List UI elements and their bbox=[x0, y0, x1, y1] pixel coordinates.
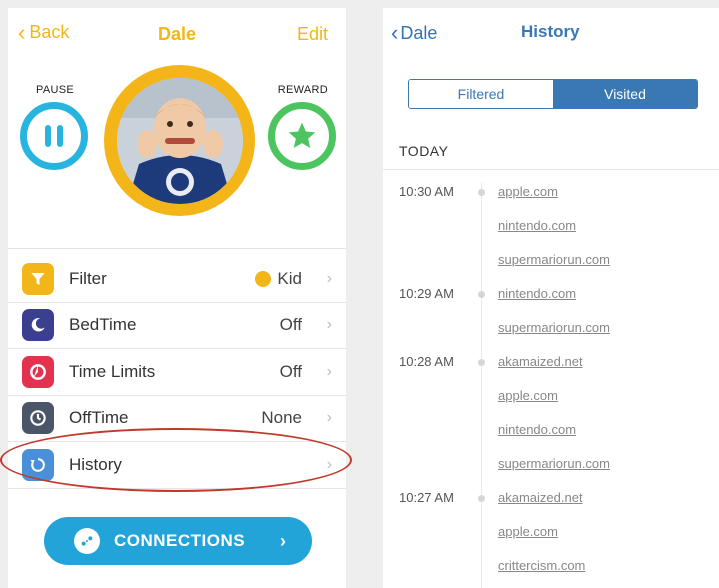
history-entry: apple.com bbox=[383, 386, 719, 420]
site-link[interactable]: akamaized.net bbox=[498, 354, 583, 369]
history-entry: supermariorun.com bbox=[383, 250, 719, 284]
history-entry: crittercism.com bbox=[383, 556, 719, 588]
history-entry: supermariorun.com bbox=[383, 318, 719, 352]
child-photo-icon bbox=[116, 77, 243, 204]
chevron-right-icon: › bbox=[326, 362, 332, 380]
pause-label: PAUSE bbox=[36, 84, 74, 96]
reward-label: REWARD bbox=[277, 84, 328, 96]
section-header: TODAY bbox=[399, 143, 449, 159]
filter-value: Kid bbox=[277, 268, 302, 288]
history-entry: 10:28 AM akamaized.net bbox=[383, 352, 719, 386]
row-value: None bbox=[261, 408, 302, 428]
pause-icon-bar bbox=[57, 125, 63, 147]
time-limit-icon bbox=[22, 355, 54, 388]
back-label: Dale bbox=[400, 22, 438, 43]
history-entry: apple.com bbox=[383, 522, 719, 556]
history-entry: nintendo.com bbox=[383, 420, 719, 454]
entry-time: 10:27 AM bbox=[399, 490, 454, 505]
segment-visited[interactable]: Visited bbox=[553, 80, 697, 108]
kid-level-dot-icon bbox=[255, 270, 272, 287]
settings-row-bedtime[interactable]: BedTime Off › bbox=[8, 303, 346, 349]
row-label: Time Limits bbox=[69, 361, 156, 381]
history-screen: ‹ Dale History Filtered Visited TODAY 10… bbox=[383, 8, 719, 588]
avatar[interactable] bbox=[104, 65, 255, 216]
profile-screen: ‹ Back Dale Edit PAUSE REWARD Filter Kid… bbox=[8, 8, 346, 588]
settings-row-filter[interactable]: Filter Kid › bbox=[8, 256, 346, 303]
divider bbox=[8, 248, 346, 249]
profile-photo bbox=[116, 77, 243, 204]
segment-filtered[interactable]: Filtered bbox=[409, 80, 553, 108]
chevron-right-icon: › bbox=[326, 316, 332, 334]
chevron-right-icon: › bbox=[280, 530, 286, 551]
site-link[interactable]: supermariorun.com bbox=[498, 320, 610, 335]
site-link[interactable]: supermariorun.com bbox=[498, 456, 610, 471]
row-label: Filter bbox=[69, 268, 107, 288]
row-label: BedTime bbox=[69, 315, 137, 335]
row-label: OffTime bbox=[69, 408, 129, 428]
history-entry: 10:27 AM akamaized.net bbox=[383, 488, 719, 522]
back-button[interactable]: ‹ Dale bbox=[391, 20, 437, 46]
chevron-right-icon: › bbox=[326, 409, 332, 427]
site-link[interactable]: apple.com bbox=[498, 388, 558, 403]
timeline-dot-icon bbox=[478, 291, 485, 298]
history-entry: 10:30 AM apple.com bbox=[383, 182, 719, 216]
site-link[interactable]: nintendo.com bbox=[498, 218, 576, 233]
timeline-dot-icon bbox=[478, 359, 485, 366]
site-link[interactable]: apple.com bbox=[498, 524, 558, 539]
page-title: History bbox=[521, 22, 580, 41]
chevron-right-icon: › bbox=[326, 269, 332, 287]
pause-button[interactable] bbox=[20, 102, 88, 170]
highlight-annotation bbox=[0, 428, 352, 492]
nav-bar: ‹ Back Dale Edit bbox=[8, 8, 346, 60]
site-link[interactable]: nintendo.com bbox=[498, 286, 576, 301]
history-entry: 10:29 AM nintendo.com bbox=[383, 284, 719, 318]
row-value: Off bbox=[279, 315, 302, 335]
row-value: Kid bbox=[255, 269, 302, 289]
page-title: Dale bbox=[157, 24, 197, 44]
pause-icon bbox=[45, 125, 51, 147]
segmented-control: Filtered Visited bbox=[408, 79, 698, 109]
site-link[interactable]: nintendo.com bbox=[498, 422, 576, 437]
entry-time: 10:30 AM bbox=[399, 184, 454, 199]
settings-row-time-limits[interactable]: Time Limits Off › bbox=[8, 349, 346, 396]
timeline-dot-icon bbox=[478, 495, 485, 502]
history-entry: nintendo.com bbox=[383, 216, 719, 250]
entry-time: 10:28 AM bbox=[399, 354, 454, 369]
history-entry: supermariorun.com bbox=[383, 454, 719, 488]
moon-icon bbox=[22, 309, 54, 342]
site-link[interactable]: apple.com bbox=[498, 184, 558, 199]
timeline-dot-icon bbox=[478, 189, 485, 196]
history-list: 10:30 AM apple.com nintendo.com supermarior… bbox=[383, 182, 719, 588]
edit-button[interactable]: Edit bbox=[297, 24, 328, 45]
clock-icon bbox=[22, 402, 54, 435]
connections-icon bbox=[74, 528, 100, 554]
site-link[interactable]: akamaized.net bbox=[498, 490, 583, 505]
star-icon bbox=[288, 122, 316, 148]
connections-label: CONNECTIONS bbox=[114, 531, 246, 550]
reward-button[interactable] bbox=[268, 102, 336, 170]
site-link[interactable]: supermariorun.com bbox=[498, 252, 610, 267]
connections-button[interactable]: CONNECTIONS › bbox=[44, 517, 312, 565]
row-value: Off bbox=[279, 361, 302, 381]
filter-icon bbox=[22, 262, 54, 295]
divider bbox=[383, 169, 719, 170]
chevron-left-icon: ‹ bbox=[391, 20, 399, 45]
entry-time: 10:29 AM bbox=[399, 286, 454, 301]
site-link[interactable]: crittercism.com bbox=[498, 558, 585, 573]
